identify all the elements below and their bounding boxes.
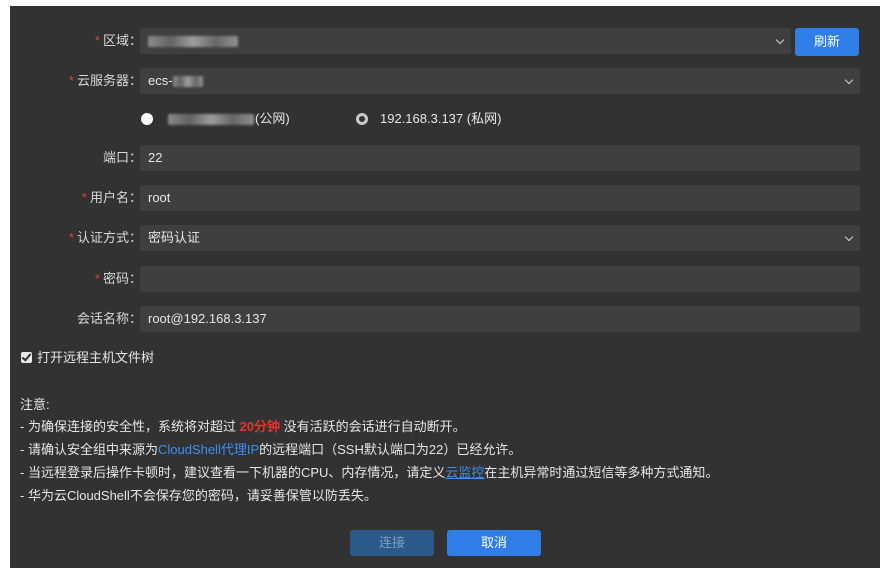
private-ip-label: 192.168.3.137 (私网) [380, 111, 502, 126]
username-input[interactable]: root [140, 185, 860, 211]
region-select[interactable] [140, 28, 791, 54]
password-row: * 密码： [10, 266, 880, 292]
password-label: * 密码： [94, 271, 142, 286]
port-row: 端口： 22 [10, 145, 880, 171]
chevron-down-icon [844, 75, 854, 85]
private-ip-radio[interactable] [356, 113, 368, 125]
note-line-1: - 为确保连接的安全性，系统将对超过 20分钟 没有活跃的会话进行自动断开。 [20, 419, 466, 434]
server-value: ecs- [148, 73, 173, 88]
public-ip-radio[interactable] [141, 113, 153, 125]
ip-option-row: (公网) 192.168.3.137 (私网) [10, 106, 880, 132]
refresh-button[interactable]: 刷新 [795, 28, 859, 56]
region-row: * 区域： 刷新 [10, 28, 880, 56]
password-input[interactable] [140, 266, 860, 292]
public-ip-redacted [168, 114, 254, 125]
open-tree-label: 打开远程主机文件树 [37, 350, 155, 365]
session-row: 会话名称： root@192.168.3.137 [10, 306, 880, 332]
auth-value: 密码认证 [148, 230, 201, 245]
cancel-button[interactable]: 取消 [447, 530, 541, 556]
connect-button[interactable]: 连接 [350, 530, 434, 556]
region-label: * 区域： [94, 33, 142, 48]
port-input[interactable]: 22 [140, 145, 860, 171]
chevron-down-icon [844, 232, 854, 242]
server-select[interactable]: ecs- [140, 68, 860, 94]
auth-label: * 认证方式： [68, 230, 142, 245]
cloud-monitor-link[interactable]: 云监控 [445, 465, 484, 480]
cloudshell-proxy-ip-link[interactable]: CloudShell代理IP [158, 442, 259, 457]
note-line-4: - 华为云CloudShell不会保存您的密码，请妥善保管以防丢失。 [20, 488, 377, 503]
connect-dialog: * 区域： 刷新 * 云服务器： ecs- (公网) 192.168.3.137 (… [10, 6, 880, 568]
notes-title: 注意: [20, 397, 50, 412]
username-label: * 用户名： [81, 190, 142, 205]
auth-select[interactable]: 密码认证 [140, 225, 860, 251]
open-tree-checkbox[interactable] [21, 352, 32, 363]
session-name-input[interactable]: root@192.168.3.137 [140, 306, 860, 332]
server-value-redacted [172, 76, 203, 88]
open-tree-row: 打开远程主机文件树 [10, 346, 880, 372]
server-row: * 云服务器： ecs- [10, 68, 880, 94]
region-value-redacted [148, 36, 238, 48]
port-label: 端口： [102, 150, 142, 165]
note-line-3: - 当远程登录后操作卡顿时，建议查看一下机器的CPU、内存情况，请定义云监控在主… [20, 465, 719, 480]
server-label: * 云服务器： [68, 73, 142, 88]
username-row: * 用户名： root [10, 185, 880, 211]
auth-row: * 认证方式： 密码认证 [10, 225, 880, 251]
session-label: 会话名称： [76, 311, 142, 326]
public-ip-label: (公网) [255, 111, 290, 126]
note-line-2: - 请确认安全组中来源为CloudShell代理IP的远程端口（SSH默认端口为… [20, 442, 522, 457]
chevron-down-icon [775, 35, 785, 45]
